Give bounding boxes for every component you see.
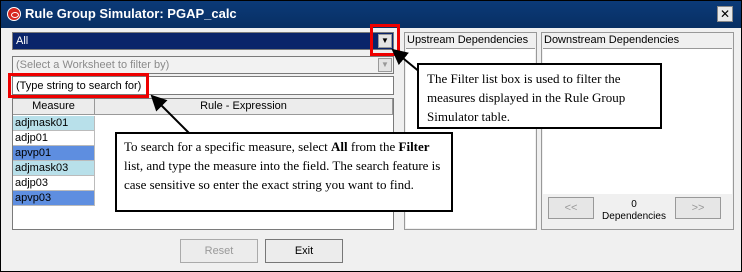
search-callout-bold-filter: Filter bbox=[398, 139, 430, 154]
search-callout-text2: from the bbox=[347, 139, 399, 154]
filter-callout: The Filter list box is used to filter th… bbox=[417, 63, 662, 129]
search-callout-text1: To search for a specific measure, select bbox=[124, 139, 331, 154]
search-callout-text3: list, and type the measure into the fiel… bbox=[124, 158, 441, 192]
search-arrow bbox=[150, 94, 191, 135]
search-callout-bold-all: All bbox=[330, 139, 348, 154]
search-callout: To search for a specific measure, select… bbox=[115, 132, 453, 212]
